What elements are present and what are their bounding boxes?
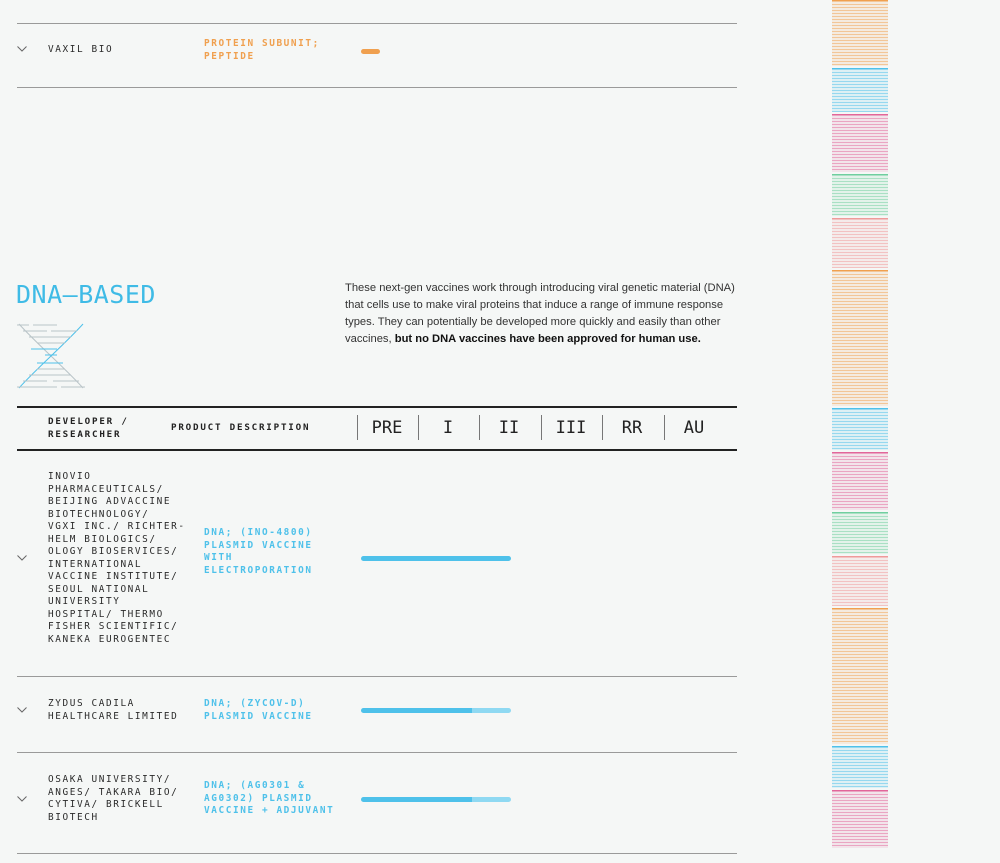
minimap-block-green[interactable] — [832, 512, 888, 554]
minimap-block-orange[interactable] — [832, 608, 888, 744]
chevron-down-icon[interactable] — [17, 555, 27, 564]
table-row-vaxil[interactable]: VAXIL BIO PROTEIN SUBUNIT; PEPTIDE — [0, 24, 740, 87]
minimap-block-lines — [832, 513, 888, 554]
phase-header-pre: PRE — [371, 418, 403, 438]
minimap-block-salmon[interactable] — [832, 556, 888, 606]
minimap-block-pink[interactable] — [832, 114, 888, 172]
vaccine-tracker-content: VAXIL BIO PROTEIN SUBUNIT; PEPTIDE DNA–B… — [0, 0, 760, 863]
phase-header-iii: III — [555, 418, 587, 438]
chevron-down-icon[interactable] — [17, 707, 27, 716]
minimap-block-lines — [832, 747, 888, 788]
row-divider — [17, 853, 737, 854]
column-header-product: PRODUCT DESCRIPTION — [171, 422, 311, 433]
minimap-block-lines — [832, 69, 888, 112]
minimap-block-blue[interactable] — [832, 68, 888, 112]
table-header-top-rule — [17, 406, 737, 408]
minimap-block-orange[interactable] — [832, 270, 888, 406]
minimap-block-lines — [832, 409, 888, 450]
minimap-block-lines — [832, 219, 888, 268]
chevron-down-icon[interactable] — [17, 46, 27, 55]
progress-bar — [361, 708, 511, 713]
column-header-developer: DEVELOPER / RESEARCHER — [48, 416, 129, 440]
dna-helix-icon — [17, 322, 85, 390]
phase-header-ii: II — [498, 418, 520, 438]
progress-bar — [361, 797, 511, 802]
progress-bar-solid — [361, 797, 472, 802]
progress-bar-light — [472, 708, 511, 713]
product-description: DNA; (AG0301 & AG0302) PLASMID VACCINE +… — [204, 780, 335, 816]
minimap-block-blue[interactable] — [832, 746, 888, 788]
phase-header-au: AU — [683, 418, 705, 438]
minimap-block-lines — [832, 115, 888, 172]
phase-header-rr: RR — [621, 418, 643, 438]
section-intro: These next-gen vaccines work through int… — [345, 280, 745, 348]
developer-name: INOVIO PHARMACEUTICALS/ BEIJING ADVACCIN… — [48, 471, 186, 645]
scroll-minimap[interactable] — [832, 0, 889, 863]
table-row-zydus[interactable]: ZYDUS CADILA HEALTHCARE LIMITED DNA; (ZY… — [0, 677, 740, 752]
progress-bar — [361, 49, 380, 54]
minimap-block-lines — [832, 175, 888, 216]
table-row-osaka[interactable]: OSAKA UNIVERSITY/ ANGES/ TAKARA BIO/ CYT… — [0, 753, 740, 853]
product-description: DNA; (ZYCOV-D) PLASMID VACCINE — [204, 698, 313, 722]
developer-name: OSAKA UNIVERSITY/ ANGES/ TAKARA BIO/ CYT… — [48, 774, 179, 823]
developer-name: ZYDUS CADILA HEALTHCARE LIMITED — [48, 698, 179, 722]
minimap-block-lines — [832, 453, 888, 510]
chevron-down-icon[interactable] — [17, 796, 27, 805]
minimap-block-blue[interactable] — [832, 408, 888, 450]
minimap-block-lines — [832, 1, 888, 66]
minimap-block-lines — [832, 791, 888, 848]
minimap-block-orange[interactable] — [832, 0, 888, 66]
phase-header-i: I — [442, 418, 454, 438]
product-description: PROTEIN SUBUNIT; PEPTIDE — [204, 38, 320, 62]
developer-name: VAXIL BIO — [48, 44, 114, 55]
progress-bar-light — [472, 797, 511, 802]
minimap-block-salmon[interactable] — [832, 218, 888, 268]
minimap-block-green[interactable] — [832, 174, 888, 216]
minimap-block-lines — [832, 271, 888, 406]
row-divider — [17, 87, 737, 88]
progress-bar-solid — [361, 708, 472, 713]
progress-bar-solid — [361, 556, 511, 561]
minimap-block-lines — [832, 557, 888, 606]
progress-bar — [361, 556, 511, 561]
product-description: DNA; (INO-4800) PLASMID VACCINE WITH ELE… — [204, 527, 313, 576]
section-title: DNA–BASED — [16, 280, 156, 309]
minimap-block-pink[interactable] — [832, 790, 888, 848]
minimap-block-lines — [832, 609, 888, 744]
minimap-block-pink[interactable] — [832, 452, 888, 510]
intro-bold-text: but no DNA vaccines have been approved f… — [394, 333, 701, 345]
table-row-inovio[interactable]: INOVIO PHARMACEUTICALS/ BEIJING ADVACCIN… — [0, 450, 740, 676]
